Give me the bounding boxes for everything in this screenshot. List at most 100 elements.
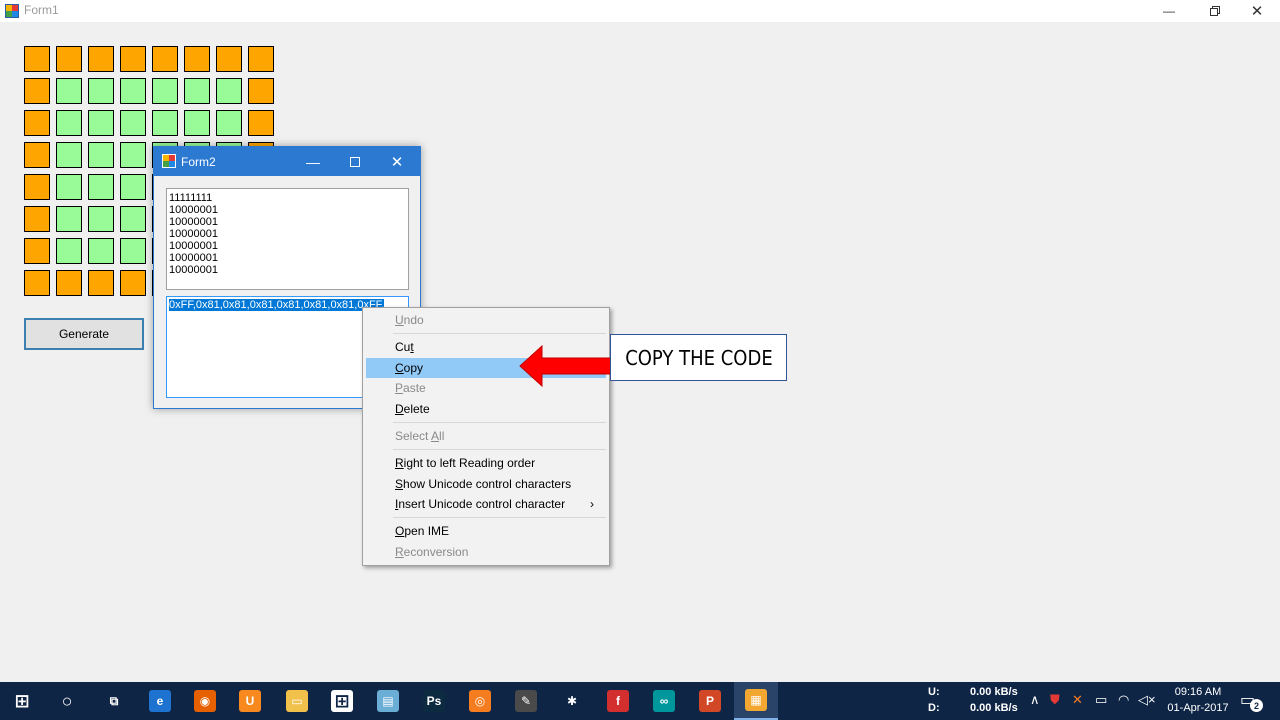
store-icon: ⊞ bbox=[331, 690, 353, 712]
form1-titlebar[interactable]: Form1 — ✕ bbox=[0, 0, 1280, 22]
security-app-icon[interactable]: ✕ bbox=[1072, 692, 1083, 708]
led-cell[interactable] bbox=[88, 206, 114, 232]
close-button[interactable]: ✕ bbox=[1234, 0, 1280, 22]
led-cell[interactable] bbox=[56, 174, 82, 200]
selected-hex-code[interactable]: 0xFF,0x81,0x81,0x81,0x81,0x81,0x81,0xFF, bbox=[169, 299, 385, 311]
led-cell[interactable] bbox=[120, 270, 146, 296]
menu-item-reconversion[interactable]: Reconversion bbox=[366, 542, 606, 562]
menu-item-mnemonic: C bbox=[395, 361, 404, 375]
taskbar-button[interactable]: ⊞ bbox=[320, 682, 364, 720]
generate-button[interactable]: Generate bbox=[24, 318, 144, 350]
taskbar-button[interactable]: ◉ bbox=[183, 682, 227, 720]
led-cell[interactable] bbox=[216, 78, 242, 104]
led-cell[interactable] bbox=[24, 238, 50, 264]
form2-titlebar[interactable]: Form2 — ✕ bbox=[154, 147, 420, 176]
shield-icon[interactable]: ⛊ bbox=[1050, 692, 1060, 708]
led-cell[interactable] bbox=[120, 110, 146, 136]
restore-button[interactable] bbox=[1192, 0, 1238, 22]
led-cell[interactable] bbox=[152, 110, 178, 136]
led-cell[interactable] bbox=[24, 270, 50, 296]
taskbar-button[interactable]: U bbox=[228, 682, 272, 720]
menu-item-mnemonic: P bbox=[395, 381, 404, 395]
led-cell[interactable] bbox=[88, 110, 114, 136]
led-cell[interactable] bbox=[88, 46, 114, 72]
led-cell[interactable] bbox=[56, 142, 82, 168]
led-cell[interactable] bbox=[24, 174, 50, 200]
taskbar-button[interactable]: ◎ bbox=[458, 682, 502, 720]
led-cell[interactable] bbox=[88, 238, 114, 264]
menu-item-mnemonic: R bbox=[395, 545, 404, 559]
taskbar-button[interactable]: ⊞ bbox=[0, 682, 44, 720]
led-cell[interactable] bbox=[24, 78, 50, 104]
menu-item-insert-unicode-control-character[interactable]: Insert Unicode control character › bbox=[366, 494, 606, 514]
taskbar-button[interactable]: Ps bbox=[412, 682, 456, 720]
taskbar-button[interactable]: ○ bbox=[45, 682, 89, 720]
led-cell[interactable] bbox=[120, 78, 146, 104]
close-icon: ✕ bbox=[1250, 3, 1264, 20]
led-cell[interactable] bbox=[120, 238, 146, 264]
menu-item-right-to-left-reading-order[interactable]: Right to left Reading order bbox=[366, 453, 606, 473]
menu-item-select-all[interactable]: Select All bbox=[366, 426, 606, 446]
led-cell[interactable] bbox=[248, 110, 274, 136]
binary-line: 10000001 bbox=[169, 204, 218, 216]
led-cell[interactable] bbox=[184, 78, 210, 104]
led-cell[interactable] bbox=[152, 46, 178, 72]
taskbar-button[interactable]: ▤ bbox=[366, 682, 410, 720]
minimize-button[interactable]: — bbox=[1146, 0, 1192, 22]
led-cell[interactable] bbox=[120, 206, 146, 232]
led-cell[interactable] bbox=[120, 46, 146, 72]
led-cell[interactable] bbox=[24, 206, 50, 232]
led-cell[interactable] bbox=[88, 270, 114, 296]
minimize-button[interactable]: — bbox=[292, 147, 334, 176]
led-cell[interactable] bbox=[24, 46, 50, 72]
taskbar-button[interactable]: e bbox=[138, 682, 182, 720]
maximize-button[interactable] bbox=[334, 147, 376, 176]
led-cell[interactable] bbox=[216, 46, 242, 72]
taskbar-button[interactable]: ▦ bbox=[734, 682, 778, 720]
menu-item-open-ime[interactable]: Open IME bbox=[366, 521, 606, 541]
led-cell[interactable] bbox=[88, 78, 114, 104]
clock-time[interactable]: 09:16 AM bbox=[1160, 686, 1236, 698]
led-cell[interactable] bbox=[120, 174, 146, 200]
led-cell[interactable] bbox=[88, 142, 114, 168]
led-cell[interactable] bbox=[56, 270, 82, 296]
led-cell[interactable] bbox=[184, 110, 210, 136]
led-cell[interactable] bbox=[56, 46, 82, 72]
battery-icon[interactable]: ▭ bbox=[1095, 692, 1107, 708]
led-cell[interactable] bbox=[56, 110, 82, 136]
volume-icon[interactable]: ◁× bbox=[1138, 692, 1156, 708]
taskbar-button[interactable]: ▭ bbox=[275, 682, 319, 720]
led-cell[interactable] bbox=[248, 46, 274, 72]
led-cell[interactable] bbox=[24, 142, 50, 168]
led-cell[interactable] bbox=[24, 110, 50, 136]
chevron-up-icon[interactable]: ∧ bbox=[1030, 692, 1040, 708]
menu-item-show-unicode-control-characters[interactable]: Show Unicode control characters bbox=[366, 474, 606, 494]
taskbar-button[interactable]: ✎ bbox=[504, 682, 548, 720]
led-cell[interactable] bbox=[56, 238, 82, 264]
led-cell[interactable] bbox=[248, 78, 274, 104]
led-cell[interactable] bbox=[216, 110, 242, 136]
led-cell[interactable] bbox=[88, 174, 114, 200]
taskbar-button[interactable]: ⧉ bbox=[92, 682, 136, 720]
led-cell[interactable] bbox=[120, 142, 146, 168]
start-icon: ⊞ bbox=[14, 690, 30, 711]
atom-icon: ✱ bbox=[566, 694, 578, 708]
close-button[interactable]: ✕ bbox=[376, 147, 418, 176]
menu-item-undo[interactable]: Undo bbox=[366, 310, 606, 330]
led-cell[interactable] bbox=[56, 206, 82, 232]
led-cell[interactable] bbox=[152, 78, 178, 104]
binary-output-textbox[interactable]: 11111111 10000001 10000001 10000001 10000001… bbox=[166, 188, 409, 290]
menu-item-label: aste bbox=[403, 381, 426, 395]
menu-item-label: how Unicode control characters bbox=[403, 477, 572, 491]
wifi-icon[interactable]: ◠ bbox=[1118, 692, 1129, 708]
menu-item-delete[interactable]: Delete bbox=[366, 399, 606, 419]
led-cell[interactable] bbox=[184, 46, 210, 72]
clock-date[interactable]: 01-Apr-2017 bbox=[1160, 702, 1236, 714]
taskbar-button[interactable]: ∞ bbox=[642, 682, 686, 720]
binary-line: 10000001 bbox=[169, 240, 218, 252]
taskbar-button[interactable]: f bbox=[596, 682, 640, 720]
taskbar-button[interactable]: ✱ bbox=[550, 682, 594, 720]
form-app-icon bbox=[5, 4, 19, 18]
taskbar-button[interactable]: P bbox=[688, 682, 732, 720]
led-cell[interactable] bbox=[56, 78, 82, 104]
